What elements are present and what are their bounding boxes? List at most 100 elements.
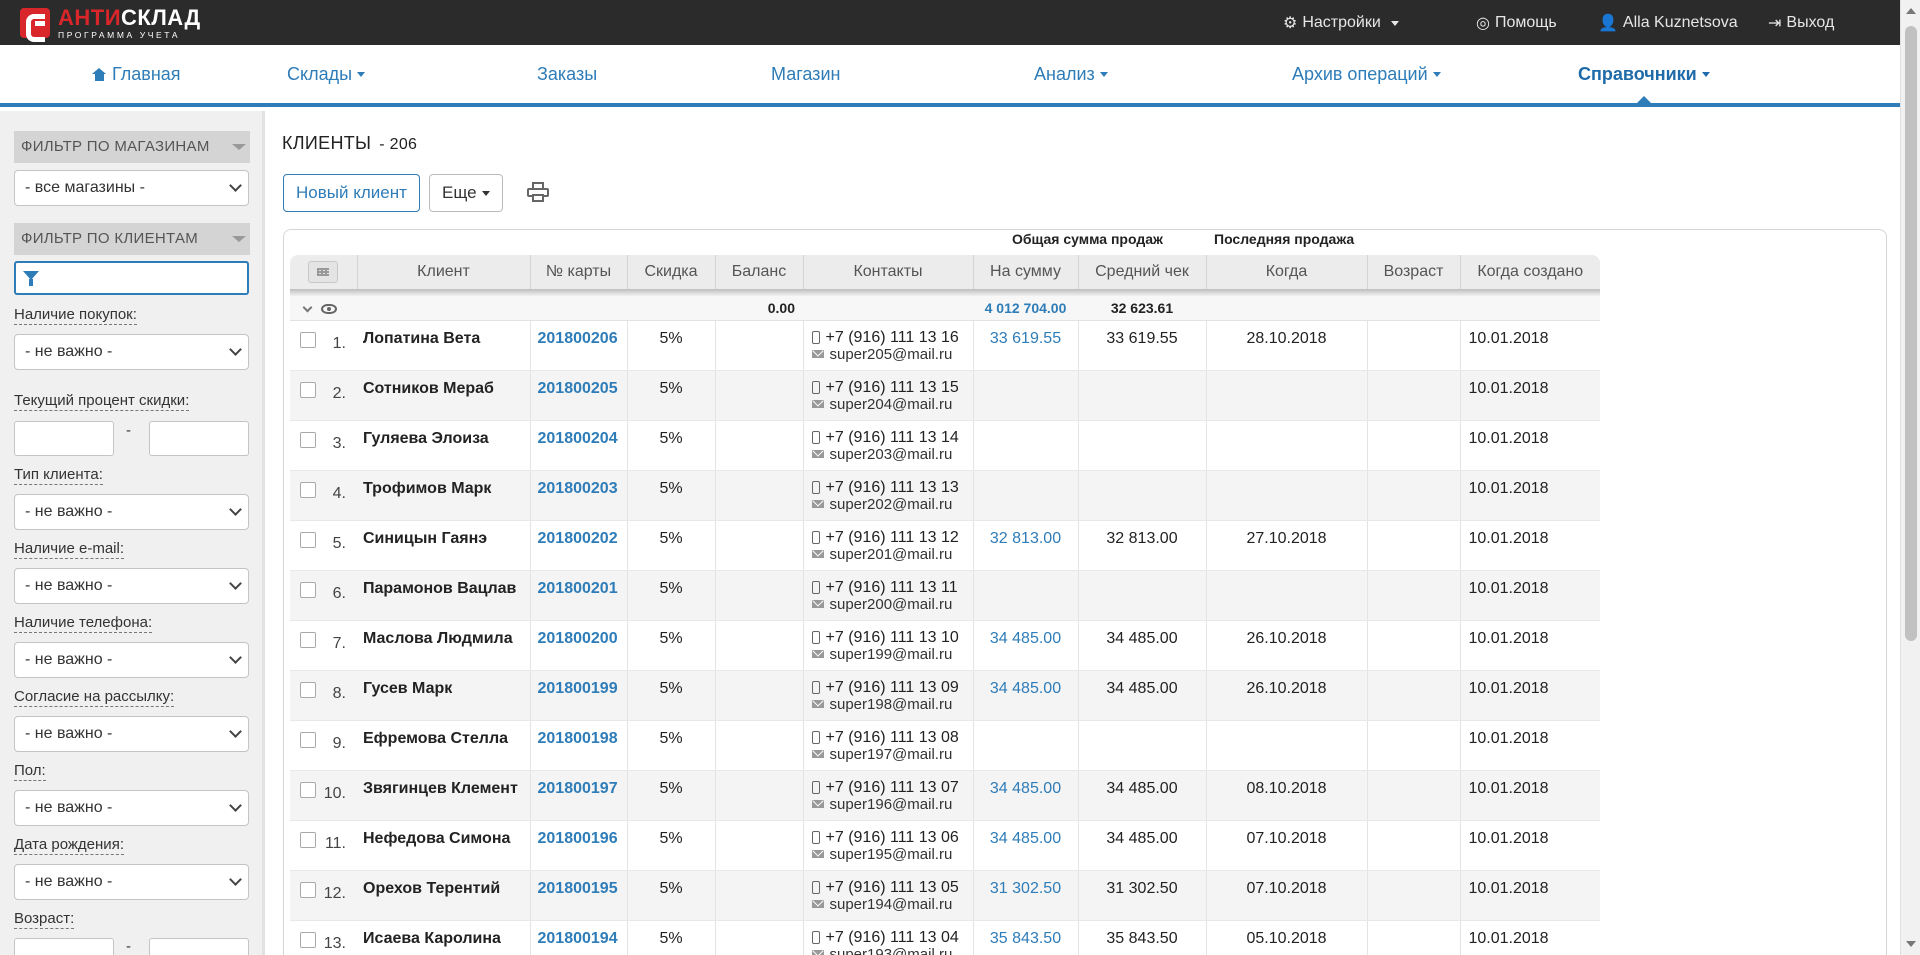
col-contacts[interactable]: Контакты xyxy=(803,255,974,289)
card-number[interactable]: 201800204 xyxy=(530,420,628,471)
card-number[interactable]: 201800201 xyxy=(530,570,628,621)
client-name[interactable]: Гуляева Элоиза xyxy=(357,420,531,471)
row-checkbox[interactable] xyxy=(300,581,316,598)
purchases-select[interactable]: - не важно - xyxy=(14,334,249,370)
nav-references[interactable]: Справочники xyxy=(1578,64,1710,85)
row-checkbox[interactable] xyxy=(300,331,316,348)
client-name[interactable]: Парамонов Вацлав xyxy=(357,570,531,621)
sales-sum[interactable]: 34 485.00 xyxy=(973,620,1079,671)
table-row[interactable]: 3. Гуляева Элоиза 201800204 5% +7 (916) 111 … xyxy=(290,420,1600,471)
nav-analysis[interactable]: Анализ xyxy=(1034,64,1108,85)
nav-warehouses[interactable]: Склады xyxy=(287,64,366,85)
expand-chevron-icon[interactable] xyxy=(302,302,313,312)
client-name[interactable]: Нефедова Симона xyxy=(357,820,531,871)
total-sum[interactable]: 4 012 704.00 xyxy=(973,296,1078,321)
client-name[interactable]: Звягинцев Клемент xyxy=(357,770,531,821)
mailing-select[interactable]: - не важно - xyxy=(14,716,249,752)
table-row[interactable]: 6. Парамонов Вацлав 201800201 5% +7 (916) 11… xyxy=(290,570,1600,621)
client-search-input[interactable] xyxy=(14,261,249,295)
col-discount[interactable]: Скидка xyxy=(627,255,716,289)
client-name[interactable]: Лопатина Вета xyxy=(357,320,531,371)
table-row[interactable]: 8. Гусев Марк 201800199 5% +7 (916) 111 13 0… xyxy=(290,670,1600,721)
scroll-thumb[interactable] xyxy=(1905,26,1917,641)
row-checkbox[interactable] xyxy=(300,431,316,448)
scroll-down-icon[interactable] xyxy=(1906,941,1916,947)
row-checkbox[interactable] xyxy=(300,481,316,498)
new-client-button[interactable]: Новый клиент xyxy=(283,174,420,212)
client-name[interactable]: Ефремова Стелла xyxy=(357,720,531,771)
table-row[interactable]: 9. Ефремова Стелла 201800198 5% +7 (916) 111… xyxy=(290,720,1600,771)
table-row[interactable]: 12. Орехов Терентий 201800195 5% +7 (916) 11… xyxy=(290,870,1600,921)
sales-sum[interactable] xyxy=(973,470,1079,521)
sales-sum[interactable] xyxy=(973,420,1079,471)
nav-home[interactable]: Главная xyxy=(92,64,181,85)
table-row[interactable]: 5. Синицын Гаянэ 201800202 5% +7 (916) 111 1… xyxy=(290,520,1600,571)
card-number[interactable]: 201800198 xyxy=(530,720,628,771)
sales-sum[interactable] xyxy=(973,570,1079,621)
nav-orders[interactable]: Заказы xyxy=(537,64,597,85)
card-number[interactable]: 201800205 xyxy=(530,370,628,421)
settings-menu[interactable]: ⚙ Настройки xyxy=(1283,13,1399,33)
row-checkbox[interactable] xyxy=(300,531,316,548)
printer-icon[interactable] xyxy=(527,182,549,202)
card-number[interactable]: 201800197 xyxy=(530,770,628,821)
col-client[interactable]: Клиент xyxy=(357,255,531,289)
client-name[interactable]: Гусев Марк xyxy=(357,670,531,721)
client-type-select[interactable]: - не важно - xyxy=(14,494,249,530)
col-age[interactable]: Возраст xyxy=(1367,255,1461,289)
eye-icon[interactable] xyxy=(321,304,337,315)
client-name[interactable]: Трофимов Марк xyxy=(357,470,531,521)
table-row[interactable]: 2. Сотников Мераб 201800205 5% +7 (916) 111 … xyxy=(290,370,1600,421)
card-number[interactable]: 201800196 xyxy=(530,820,628,871)
row-checkbox[interactable] xyxy=(300,781,316,798)
table-row[interactable]: 4. Трофимов Марк 201800203 5% +7 (916) 111 1… xyxy=(290,470,1600,521)
sales-sum[interactable]: 33 619.55 xyxy=(973,320,1079,371)
logout-link[interactable]: ⇥ Выход xyxy=(1768,13,1834,33)
col-sum[interactable]: На сумму xyxy=(973,255,1079,289)
sales-sum[interactable] xyxy=(973,370,1079,421)
gender-select[interactable]: - не важно - xyxy=(14,790,249,826)
sales-sum[interactable] xyxy=(973,720,1079,771)
col-created[interactable]: Когда создано xyxy=(1460,255,1600,289)
col-balance[interactable]: Баланс xyxy=(715,255,804,289)
shop-select[interactable]: - все магазины - xyxy=(14,170,249,206)
row-checkbox[interactable] xyxy=(300,381,316,398)
table-row[interactable]: 10. Звягинцев Клемент 201800197 5% +7 (916) … xyxy=(290,770,1600,821)
col-card[interactable]: № карты xyxy=(530,255,628,289)
card-number[interactable]: 201800200 xyxy=(530,620,628,671)
age-from-input[interactable] xyxy=(14,938,114,955)
row-checkbox[interactable] xyxy=(300,931,316,948)
sales-sum[interactable]: 34 485.00 xyxy=(973,770,1079,821)
table-row[interactable]: 13. Исаева Каролина 201800194 5% +7 (916) 11… xyxy=(290,920,1600,955)
discount-from-input[interactable] xyxy=(14,421,114,456)
table-row[interactable]: 7. Маслова Людмила 201800200 5% +7 (916) 111… xyxy=(290,620,1600,671)
sales-sum[interactable]: 31 302.50 xyxy=(973,870,1079,921)
card-number[interactable]: 201800199 xyxy=(530,670,628,721)
row-checkbox[interactable] xyxy=(300,881,316,898)
card-number[interactable]: 201800206 xyxy=(530,320,628,371)
column-chooser[interactable] xyxy=(290,255,358,289)
help-link[interactable]: ◎ Помощь xyxy=(1476,13,1557,33)
client-name[interactable]: Сотников Мераб xyxy=(357,370,531,421)
client-name[interactable]: Маслова Людмила xyxy=(357,620,531,671)
phone-select[interactable]: - не важно - xyxy=(14,642,249,678)
scroll-up-icon[interactable] xyxy=(1906,8,1916,14)
client-name[interactable]: Исаева Каролина xyxy=(357,920,531,955)
col-when[interactable]: Когда xyxy=(1206,255,1368,289)
row-checkbox[interactable] xyxy=(300,831,316,848)
row-checkbox[interactable] xyxy=(300,681,316,698)
client-name[interactable]: Синицын Гаянэ xyxy=(357,520,531,571)
birthdate-select[interactable]: - не важно - xyxy=(14,864,249,900)
discount-to-input[interactable] xyxy=(149,421,249,456)
table-row[interactable]: 1. Лопатина Вета 201800206 5% +7 (916) 111 1… xyxy=(290,320,1600,371)
row-checkbox[interactable] xyxy=(300,731,316,748)
sales-sum[interactable]: 35 843.50 xyxy=(973,920,1079,955)
nav-shop[interactable]: Магазин xyxy=(771,64,840,85)
card-number[interactable]: 201800195 xyxy=(530,870,628,921)
email-select[interactable]: - не важно - xyxy=(14,568,249,604)
table-row[interactable]: 11. Нефедова Симона 201800196 5% +7 (916) 11… xyxy=(290,820,1600,871)
row-checkbox[interactable] xyxy=(300,631,316,648)
client-filter-header[interactable]: ФИЛЬТР ПО КЛИЕНТАМ xyxy=(14,223,250,255)
card-number[interactable]: 201800203 xyxy=(530,470,628,521)
card-number[interactable]: 201800202 xyxy=(530,520,628,571)
